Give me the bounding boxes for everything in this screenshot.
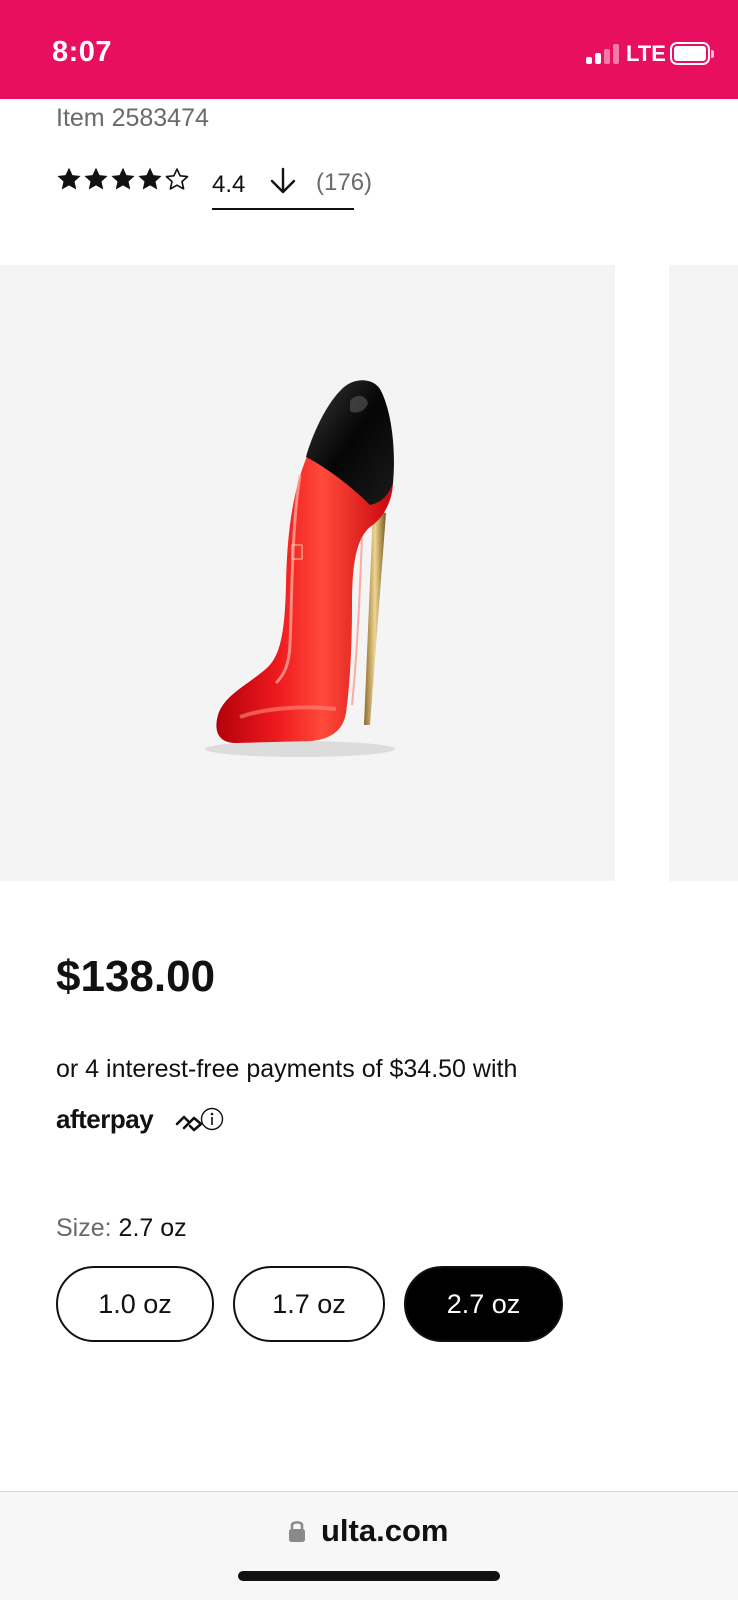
size-label: Size: 2.7 oz [56, 1214, 187, 1243]
size-label-text: Size: [56, 1214, 112, 1242]
product-image-gallery[interactable] [0, 265, 615, 881]
size-option-1-7-oz[interactable]: 1.7 oz [233, 1266, 385, 1342]
size-option-1-0-oz[interactable]: 1.0 oz [56, 1266, 214, 1342]
star-filled-icon [84, 167, 108, 190]
home-indicator[interactable] [238, 1571, 500, 1581]
rating-value: 4.4 [212, 171, 246, 198]
installments-text: or 4 interest-free payments of $34.50 wi… [56, 1055, 518, 1083]
arrow-down-icon [270, 167, 296, 194]
browser-address-bar[interactable]: ulta.com [0, 1491, 738, 1600]
afterpay-logo: afterpay [56, 1104, 154, 1134]
size-selected-value: 2.7 oz [118, 1214, 187, 1242]
star-rating [56, 166, 192, 194]
size-option-2-7-oz[interactable]: 2.7 oz [404, 1266, 563, 1342]
battery-icon [670, 42, 714, 65]
product-price: $138.00 [56, 952, 216, 1001]
status-time: 8:07 [52, 36, 113, 68]
afterpay-row: afterpay [56, 1100, 256, 1144]
lock-icon [289, 1521, 305, 1542]
product-image [205, 380, 395, 757]
status-bar: 8:07 LTE [0, 0, 738, 99]
info-circle-icon[interactable] [200, 1107, 224, 1131]
network-type: LTE [626, 41, 666, 66]
review-count[interactable]: (176) [316, 169, 372, 197]
star-filled-icon [111, 167, 135, 190]
star-filled-icon [57, 167, 81, 190]
cellular-signal-icon [586, 44, 620, 64]
url-text[interactable]: ulta.com [321, 1513, 448, 1549]
item-number: Item 2583474 [56, 104, 209, 132]
star-empty-icon [165, 168, 189, 190]
next-gallery-slide[interactable] [669, 265, 738, 881]
rating-row: 4.4 (176) [56, 166, 396, 210]
star-filled-icon [138, 167, 162, 190]
